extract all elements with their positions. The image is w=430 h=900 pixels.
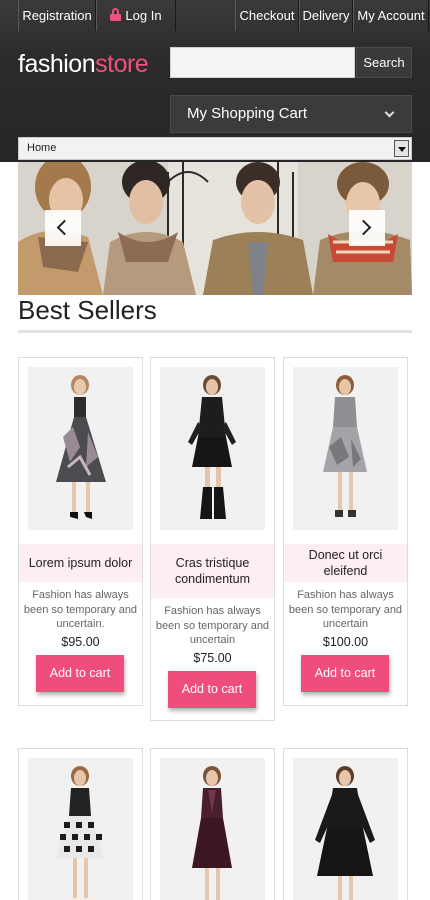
product-card: Donec ut orci eleifend Fashion has alway… xyxy=(283,357,408,706)
product-image[interactable] xyxy=(28,758,133,900)
product-name-box: Lorem ipsum dolor xyxy=(19,544,142,582)
dropdown-arrow-icon xyxy=(394,140,409,157)
hero-slider xyxy=(18,162,412,295)
add-to-cart-button[interactable]: Add to cart xyxy=(301,655,389,692)
delivery-link[interactable]: Delivery xyxy=(299,0,353,31)
add-to-cart-button[interactable]: Add to cart xyxy=(168,671,256,708)
site-logo[interactable]: fashionstore xyxy=(18,50,149,79)
chevron-down-icon xyxy=(384,107,395,118)
product-name[interactable]: Lorem ipsum dolor xyxy=(27,555,135,571)
product-card: Lorem ipsum dolor Fashion has always bee… xyxy=(18,357,143,706)
dress-image xyxy=(188,375,236,519)
section-title: Best Sellers xyxy=(18,295,157,325)
product-image[interactable] xyxy=(160,367,265,530)
slider-next-button[interactable] xyxy=(349,210,385,246)
dress-image xyxy=(56,766,104,898)
search-button[interactable]: Search xyxy=(356,47,412,78)
navigation-select[interactable]: Home xyxy=(18,137,412,160)
dress-image xyxy=(315,766,375,900)
slider-prev-button[interactable] xyxy=(45,210,81,246)
product-name[interactable]: Donec ut orci eleifend xyxy=(284,547,407,579)
product-card xyxy=(18,748,143,900)
product-description: Fashion has always been so temporary and… xyxy=(23,589,138,630)
top-links-bar: Registration Log In Checkout Delivery My… xyxy=(18,0,429,31)
product-image[interactable] xyxy=(160,758,265,900)
product-name-box: Donec ut orci eleifend xyxy=(284,544,407,582)
chevron-right-icon xyxy=(355,219,372,236)
product-image[interactable] xyxy=(293,758,398,900)
nav-selected-value: Home xyxy=(27,142,57,154)
product-description: Fashion has always been so temporary and… xyxy=(155,605,270,646)
my-account-link[interactable]: My Account xyxy=(353,0,429,31)
dress-image xyxy=(323,375,367,517)
product-name-box: Cras tristique condimentum xyxy=(151,544,274,598)
shopping-cart-dropdown[interactable]: My Shopping Cart xyxy=(170,95,412,133)
product-image[interactable] xyxy=(28,367,133,530)
dress-image xyxy=(56,375,106,519)
product-price: $75.00 xyxy=(193,651,232,665)
lock-icon xyxy=(110,8,122,21)
product-price: $95.00 xyxy=(61,635,100,649)
search-input[interactable] xyxy=(170,47,355,78)
checkout-link[interactable]: Checkout xyxy=(235,0,299,31)
login-link[interactable]: Log In xyxy=(96,0,176,31)
product-price: $100.00 xyxy=(322,635,369,649)
product-name[interactable]: Cras tristique condimentum xyxy=(151,555,274,587)
product-card xyxy=(150,748,275,900)
dress-image xyxy=(192,766,232,900)
product-card: Cras tristique condimentum Fashion has a… xyxy=(150,357,275,721)
login-label: Log In xyxy=(125,8,162,23)
add-to-cart-button[interactable]: Add to cart xyxy=(36,655,124,692)
logo-part-store: store xyxy=(95,50,149,78)
chevron-left-icon xyxy=(56,219,73,236)
product-card xyxy=(283,748,408,900)
logo-part-fashion: fashion xyxy=(18,50,96,78)
section-divider xyxy=(18,330,412,333)
product-description: Fashion has always been so temporary and… xyxy=(288,589,403,630)
registration-link[interactable]: Registration xyxy=(18,0,96,31)
site-header: Registration Log In Checkout Delivery My… xyxy=(0,0,430,162)
cart-label: My Shopping Cart xyxy=(187,105,308,122)
product-image[interactable] xyxy=(293,367,398,530)
